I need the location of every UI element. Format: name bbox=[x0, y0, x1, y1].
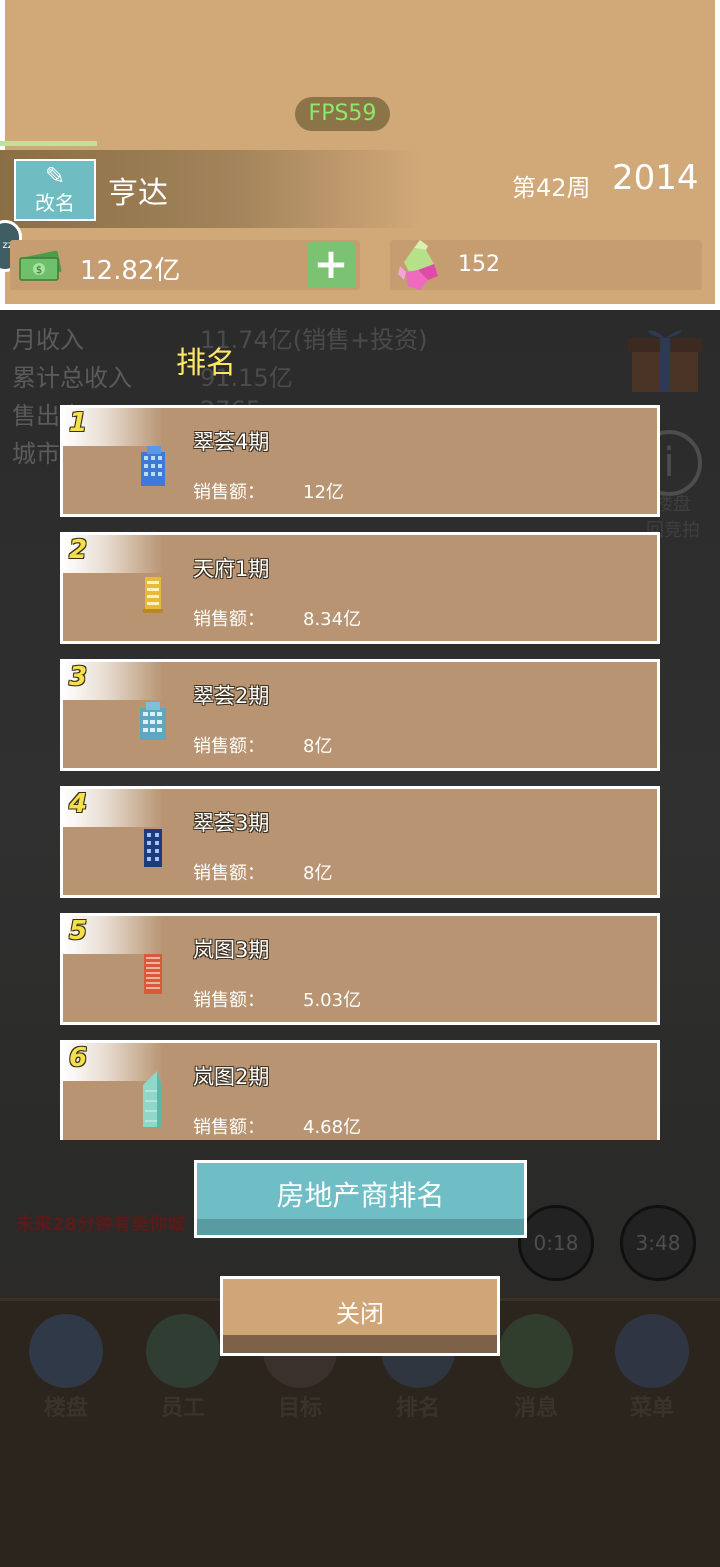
sales-value: 8亿 bbox=[303, 736, 333, 757]
nav-label: 员工 bbox=[160, 1396, 205, 1421]
red-tower-icon bbox=[144, 954, 162, 994]
sales-label: 销售额： bbox=[193, 736, 265, 757]
company-name: 亨达 bbox=[108, 176, 168, 211]
sales-value: 8亿 bbox=[303, 863, 333, 884]
developer-ranking-label: 房地产商排名 bbox=[276, 1179, 445, 1212]
week-label: 第42周 bbox=[512, 174, 591, 202]
project-name: 翠荟4期 bbox=[193, 430, 270, 454]
project-name: 岚图3期 bbox=[193, 938, 270, 962]
total-income-label: 累计总收入 bbox=[12, 364, 132, 392]
nav-buildings[interactable]: 楼盘 bbox=[26, 1314, 106, 1422]
nav-label: 楼盘 bbox=[43, 1396, 88, 1421]
rank-number: 5 bbox=[69, 916, 88, 946]
popup-title: 排名 bbox=[176, 346, 236, 381]
gem-value: 152 bbox=[458, 252, 500, 277]
project-name: 翠荟3期 bbox=[193, 811, 270, 835]
rank-number: 6 bbox=[69, 1043, 88, 1073]
project-name: 岚图2期 bbox=[193, 1065, 270, 1089]
rank-number: 3 bbox=[69, 662, 88, 692]
svg-text:$: $ bbox=[36, 265, 42, 276]
menu-icon bbox=[615, 1314, 689, 1388]
sales-label: 销售额： bbox=[193, 1117, 265, 1138]
ranking-item[interactable]: 3 翠荟2期 销售额： 8亿 bbox=[60, 659, 660, 771]
edit-icon: ✎ bbox=[44, 162, 66, 190]
chat-icon bbox=[499, 1314, 573, 1388]
gift-box-icon[interactable] bbox=[626, 322, 704, 394]
progress-indicator bbox=[0, 141, 97, 146]
add-money-button[interactable]: + bbox=[307, 242, 355, 288]
monthly-income-label: 月收入 bbox=[12, 326, 84, 354]
button-shade bbox=[223, 1335, 497, 1353]
handshake-icon bbox=[146, 1314, 220, 1388]
rank-number: 4 bbox=[69, 789, 88, 819]
rank-number: 1 bbox=[69, 408, 88, 438]
money-value: 12.82亿 bbox=[80, 256, 181, 286]
ranking-item[interactable]: 4 翠荟3期 销售额： 8亿 bbox=[60, 786, 660, 898]
timer-1[interactable]: 0:18 bbox=[518, 1205, 594, 1281]
ranking-item[interactable]: 2 天府1期 销售额： 8.34亿 bbox=[60, 532, 660, 644]
yellow-tower-icon bbox=[143, 577, 163, 613]
close-label: 关闭 bbox=[336, 1300, 384, 1328]
event-notice: 未来28分钟有美你城 bbox=[16, 1214, 186, 1235]
nav-menu[interactable]: 菜单 bbox=[612, 1314, 692, 1422]
timer-2[interactable]: 3:48 bbox=[620, 1205, 696, 1281]
developer-ranking-button[interactable]: 房地产商排名 bbox=[194, 1160, 527, 1238]
sales-label: 销售额： bbox=[193, 482, 265, 503]
sales-value: 8.34亿 bbox=[303, 609, 362, 630]
dark-blue-tower-icon bbox=[144, 829, 162, 867]
project-name: 翠荟2期 bbox=[193, 684, 270, 708]
blue-office-icon bbox=[141, 446, 165, 486]
nav-label: 消息 bbox=[513, 1396, 558, 1421]
glass-skyscraper-icon bbox=[143, 1071, 161, 1127]
sales-value: 12亿 bbox=[303, 482, 344, 503]
button-shade bbox=[197, 1219, 524, 1235]
ranking-item[interactable]: 5 岚图3期 销售额： 5.03亿 bbox=[60, 913, 660, 1025]
project-name: 天府1期 bbox=[193, 557, 270, 581]
ranking-list[interactable]: 1 翠荟4期 销售额： 12亿 2 天府1期 销售额： 8.34亿 3 翠荟2期 bbox=[60, 405, 660, 1140]
sales-label: 销售额： bbox=[193, 990, 265, 1011]
nav-label: 排名 bbox=[395, 1396, 440, 1421]
rename-button[interactable]: ✎ 改名 bbox=[14, 159, 96, 221]
ranking-item[interactable]: 6 岚图2期 销售额： 4.68亿 bbox=[60, 1040, 660, 1140]
nav-label: 菜单 bbox=[629, 1396, 674, 1421]
nav-label: 目标 bbox=[277, 1396, 322, 1421]
nav-messages[interactable]: 消息 bbox=[496, 1314, 576, 1422]
gem-icon bbox=[398, 240, 438, 290]
city-label: 城市 bbox=[12, 440, 60, 468]
year-label: 2014 bbox=[612, 158, 699, 198]
sales-label: 销售额： bbox=[193, 863, 265, 884]
close-button[interactable]: 关闭 bbox=[220, 1276, 500, 1356]
nav-staff[interactable]: 员工 bbox=[143, 1314, 223, 1422]
money-icon: $ bbox=[19, 250, 62, 281]
rename-label: 改名 bbox=[35, 191, 75, 215]
teal-office-icon bbox=[140, 702, 166, 740]
sales-value: 4.68亿 bbox=[303, 1117, 362, 1138]
fps-counter: FPS59 bbox=[295, 97, 390, 131]
sales-label: 销售额： bbox=[193, 609, 265, 630]
sales-value: 5.03亿 bbox=[303, 990, 362, 1011]
rank-number: 2 bbox=[69, 535, 88, 565]
building-icon bbox=[29, 1314, 103, 1388]
ranking-item[interactable]: 1 翠荟4期 销售额： 12亿 bbox=[60, 405, 660, 517]
